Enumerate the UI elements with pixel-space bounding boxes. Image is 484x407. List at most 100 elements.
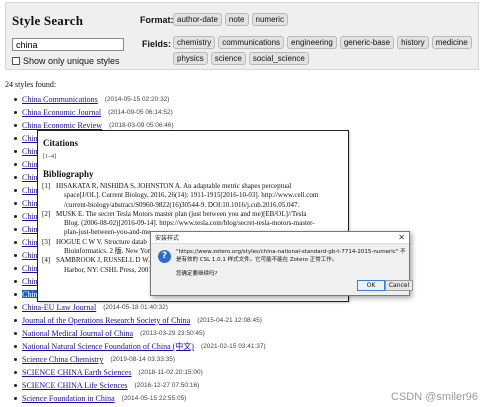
result-item: National Natural Science Foundation of C… [14, 340, 266, 353]
result-item: Science Foundation in China (2014-05-15 2… [14, 392, 266, 405]
tag-field-engineering[interactable]: engineering [287, 36, 337, 49]
style-updated-date: (2014-05-15 02:20:32) [104, 96, 170, 103]
entry-text: HISAKATA R, NISHIDA S, JOHNSTON A. An ad… [56, 182, 318, 210]
result-item: SCIENCE CHINA Earth Sciences (2018-11-02 … [14, 366, 266, 379]
page-title: Style Search [12, 13, 84, 28]
fields-label: Fields: [142, 39, 172, 49]
bullet-icon [14, 228, 17, 231]
entry-number: [3] [42, 237, 51, 246]
style-updated-date: (2018-03-09 05:06:46) [108, 122, 174, 129]
unique-styles-option[interactable]: Show only unique styles [12, 56, 120, 66]
style-updated-date: (2016-12-27 07:50:16) [134, 382, 200, 389]
tag-format-note[interactable]: note [224, 13, 249, 26]
dialog-message: "https://www.zotero.org/styles/china-nat… [176, 249, 406, 263]
field-tags: chemistry communications engineering gen… [173, 36, 473, 65]
bullet-icon [14, 176, 17, 179]
entry-number: [2] [42, 209, 51, 218]
tag-field-generic-base[interactable]: generic-base [339, 36, 395, 49]
result-item: Journal of the Operations Research Socie… [14, 314, 266, 327]
entry-line: Blog. (2006-08-02)[2016-09-14]. https://… [64, 219, 315, 228]
bullet-icon [14, 150, 17, 153]
watermark: CSDN @smiler96 [391, 391, 478, 403]
result-item: China Economic Journal (2014-09-05 06:14:… [14, 106, 266, 119]
style-link[interactable]: China-EU Law Journal [22, 303, 96, 312]
question-icon: ? [158, 250, 171, 263]
bullet-icon [14, 371, 17, 374]
citation-sample: [1–4] [43, 154, 56, 160]
unique-styles-checkbox[interactable] [12, 57, 20, 65]
tag-format-author-date[interactable]: author-date [173, 13, 222, 26]
style-updated-date: (2014-05-18 01:40:32) [103, 304, 168, 311]
bullet-icon [14, 163, 17, 166]
style-link[interactable]: China Economic Review [22, 121, 102, 130]
style-updated-date: (2019-08-14 03:33:35) [110, 356, 176, 363]
tag-field-history[interactable]: history [397, 36, 429, 49]
bullet-icon [14, 384, 17, 387]
bullet-icon [14, 306, 17, 309]
entry-line: /current-biology/abstract/S0960-9822(16)… [64, 200, 300, 209]
style-link[interactable]: National Medical Journal of China [22, 329, 133, 338]
close-icon[interactable]: ✕ [398, 233, 405, 242]
format-label: Format: [140, 15, 174, 25]
bullet-icon [14, 280, 17, 283]
bullet-icon [14, 254, 17, 257]
style-link[interactable]: Journal of the Operations Research Socie… [22, 316, 190, 325]
style-updated-date: (2021-02-15 03:41:37) [200, 343, 266, 350]
tag-format-numeric[interactable]: numeric [251, 13, 288, 26]
search-input[interactable] [12, 38, 124, 51]
dialog-titlebar[interactable]: 安装样式 ✕ [151, 232, 409, 244]
tag-field-social-science[interactable]: social_science [248, 52, 309, 65]
tag-field-medicine[interactable]: medicine [431, 36, 472, 49]
install-style-dialog: 安装样式 ✕ ? "https://www.zotero.org/styles/… [150, 231, 413, 296]
bullet-icon [14, 189, 17, 192]
bullet-icon [14, 137, 17, 140]
result-item: SCIENCE CHINA Life Sciences (2016-12-27 0… [14, 379, 266, 392]
style-updated-date: (2018-11-02 20:15:00) [138, 369, 203, 376]
entry-number: [1] [42, 182, 51, 190]
tag-field-physics[interactable]: physics [173, 52, 208, 65]
entry-text: SAMBROOK J, RUSSELL D W. Harbor, NY: CSHL… [56, 256, 154, 275]
result-item: China Communications (2014-05-15 02:20:32… [14, 93, 266, 106]
ok-button[interactable]: OK [357, 280, 385, 291]
style-link[interactable]: SCIENCE CHINA Life Sciences [22, 381, 128, 390]
result-item: Science China Chemistry (2019-08-14 03:33… [14, 353, 266, 366]
style-link[interactable]: National Natural Science Foundation of C… [22, 341, 194, 352]
style-updated-date: (2014-09-05 06:14:52) [108, 109, 173, 116]
bullet-icon [14, 397, 17, 400]
bullet-icon [14, 241, 17, 244]
unique-styles-label: Show only unique styles [23, 56, 120, 66]
entry-line: MUSK E. The secret Tesla Motors master p… [56, 209, 307, 218]
tag-field-chemistry[interactable]: chemistry [173, 36, 216, 49]
bullet-icon [14, 358, 17, 361]
bullet-icon [14, 267, 17, 270]
bullet-icon [14, 215, 17, 218]
tag-field-communications[interactable]: communications [218, 36, 285, 49]
entry-line: HISAKATA R, NISHIDA S, JOHNSTON A. An ad… [56, 182, 292, 190]
style-link[interactable]: China Economic Journal [22, 108, 101, 117]
entry-number: [4] [42, 256, 51, 265]
tag-field-science[interactable]: science [210, 52, 246, 65]
bullet-icon [14, 98, 17, 101]
style-link[interactable]: China Communications [22, 95, 98, 104]
result-item: National Medical Journal of China (2013-0… [14, 327, 266, 340]
bullet-icon [14, 202, 17, 205]
result-item: China-EU Law Journal (2014-05-18 01:40:32… [14, 301, 266, 314]
style-link[interactable]: Science Foundation in China [22, 394, 115, 403]
cancel-button[interactable]: Cancel [385, 280, 413, 291]
citations-heading: Citations [43, 138, 79, 148]
style-link[interactable]: SCIENCE CHINA Earth Sciences [22, 368, 132, 377]
entry-line: SAMBROOK J, RUSSELL D W. [56, 256, 150, 265]
bibliography-heading: Bibliography [43, 169, 94, 179]
dialog-title: 安装样式 [155, 235, 180, 242]
style-updated-date: (2013-03-29 23:50:45) [140, 330, 205, 337]
entry-line: Harbor, NY: CSHL Press, 2001. [64, 265, 154, 274]
style-updated-date: (2015-04-21 12:08:45) [197, 317, 262, 324]
results-count: 24 styles found: [5, 80, 57, 89]
bibliography-entry: [1] HISAKATA R, NISHIDA S, JOHNSTON A. An… [42, 182, 342, 210]
style-updated-date: (2014-05-15 22:55:05) [121, 395, 187, 402]
bullet-icon [14, 111, 17, 114]
style-link[interactable]: Science China Chemistry [22, 355, 103, 364]
bullet-icon [14, 319, 17, 322]
format-tags: author-date note numeric [173, 13, 473, 26]
entry-line: space[J/OL]. Current Biology, 2016, 26(1… [64, 191, 319, 200]
